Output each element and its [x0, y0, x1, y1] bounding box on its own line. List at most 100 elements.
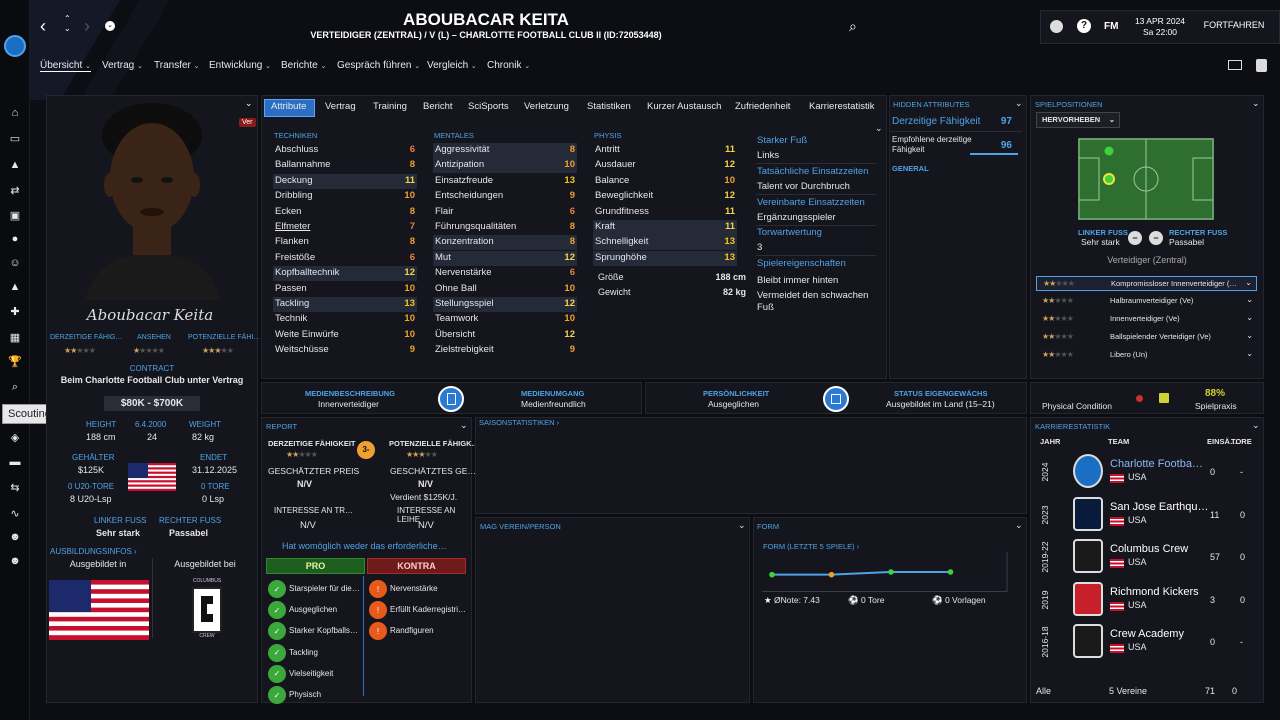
menu-contract[interactable]: Vertrag ⌄ — [102, 60, 143, 71]
menu-overview[interactable]: Übersicht ⌄ — [40, 60, 91, 72]
role-row[interactable]: ★★★★★ Libero (Un) ⌄ — [1036, 348, 1257, 363]
match-icon[interactable]: ● — [6, 232, 24, 246]
up-down-icon[interactable]: ⌃ ⌄ — [64, 14, 71, 34]
highlight-select[interactable]: HERVORHEBEN ⌄ — [1036, 112, 1120, 128]
menu-transfer[interactable]: Transfer ⌄ — [154, 60, 200, 71]
tab-career[interactable]: Karrierestatistik — [809, 101, 874, 112]
form-dropdown-icon[interactable]: ⌄ — [1015, 520, 1023, 531]
fm-logo[interactable]: FM — [1104, 21, 1118, 32]
manager-icon[interactable]: ☻ — [6, 554, 24, 568]
tactics-icon[interactable]: ⇄ — [6, 183, 24, 197]
screen-icon[interactable] — [1228, 60, 1242, 70]
career-dropdown-icon[interactable]: ⌄ — [1252, 420, 1260, 431]
club-icon[interactable]: ◈ — [6, 430, 24, 444]
pro-item: Vielseitigkeit — [289, 668, 334, 678]
tab-scisports[interactable]: SciSports — [468, 101, 509, 112]
profile-dropdown-icon[interactable]: ⌄ — [245, 98, 253, 109]
menu-reports[interactable]: Berichte ⌄ — [281, 60, 326, 71]
tab-stats[interactable]: Statistiken — [587, 101, 631, 112]
chevron-down-icon[interactable]: ⌄ — [1246, 295, 1253, 304]
menu-history[interactable]: Chronik ⌄ — [487, 60, 530, 71]
role-stars: ★★★★★ — [1042, 296, 1074, 305]
continue-button[interactable]: FORTFAHREN — [1194, 20, 1274, 30]
chevron-down-icon[interactable]: ⌄ — [1245, 278, 1252, 287]
medical-icon[interactable]: ✚ — [6, 304, 24, 318]
attribute-value: 13 — [724, 236, 735, 248]
club-logo[interactable] — [4, 35, 26, 57]
calendar-icon[interactable]: ▦ — [6, 330, 24, 344]
role-row[interactable]: ★★★★★ Ballspielender Verteidiger (Ve) ⌄ — [1036, 330, 1257, 345]
career-team[interactable]: Charlotte Footba… — [1110, 458, 1203, 470]
finance-icon[interactable]: ▬ — [6, 455, 24, 469]
chevron-down-icon[interactable]: ⌄ — [1246, 313, 1253, 322]
forward-icon[interactable]: › — [84, 16, 90, 37]
career-apps: 57 — [1210, 552, 1221, 563]
rf-heading: RECHTER FUSS — [1169, 228, 1228, 237]
squad-icon[interactable]: ▲ — [6, 158, 24, 172]
tab-attributes[interactable]: Attribute — [271, 101, 306, 112]
ver-badge: Ver — [239, 118, 256, 127]
role-row[interactable]: ★★★★★ Kompromissloser Innenverteidiger (…… — [1036, 276, 1257, 291]
tab-happiness[interactable]: Zufriedenheit — [735, 101, 790, 112]
people-icon[interactable]: ☻ — [6, 530, 24, 544]
hidden-dropdown-icon[interactable]: ⌄ — [1015, 98, 1023, 109]
trophy-icon[interactable]: 🏆 — [6, 354, 24, 368]
back-icon[interactable]: ‹ — [40, 16, 46, 37]
form-point[interactable] — [769, 571, 775, 578]
chevron-down-icon[interactable]: ⌄ — [1246, 331, 1253, 340]
attribute-name: Weite Einwürfe — [275, 328, 339, 340]
tab-contract[interactable]: Vertrag — [325, 101, 356, 112]
form-point[interactable] — [828, 571, 835, 578]
tab-injury[interactable]: Verletzung — [524, 101, 569, 112]
tab-chat[interactable]: Kurzer Austausch — [647, 101, 721, 112]
attribute-value: 13 — [404, 298, 415, 309]
attribute-row: Entscheidungen 9 — [433, 189, 577, 204]
role-stars: ★★★★★ — [1043, 279, 1075, 288]
form-point[interactable] — [888, 569, 894, 575]
career-year: 2019 — [1040, 590, 1050, 610]
career-col-goals: TORE — [1231, 437, 1252, 446]
attribute-name: Deckung — [275, 174, 313, 186]
dropdown-icon[interactable]: ⌄ — [105, 21, 115, 31]
attr-dropdown-icon[interactable]: ⌄ — [875, 123, 883, 134]
career-team[interactable]: Crew Academy — [1110, 628, 1184, 640]
home-icon[interactable]: ⌂ — [6, 106, 24, 120]
form-point[interactable] — [947, 569, 954, 575]
transfer-icon[interactable]: ⇆ — [6, 480, 24, 494]
likes-dropdown-icon[interactable]: ⌄ — [738, 520, 746, 531]
chevron-down-icon[interactable]: ⌄ — [1246, 349, 1253, 358]
menu-talk[interactable]: Gespräch führen ⌄ — [337, 60, 420, 71]
search-icon[interactable]: ⌕ — [849, 18, 857, 35]
role-row[interactable]: ★★★★★ Halbraumverteidiger (Ve) ⌄ — [1036, 294, 1257, 309]
data-icon[interactable]: ▣ — [6, 208, 24, 222]
attribute-row: Freistöße 6 — [273, 251, 417, 266]
tab-report[interactable]: Bericht — [423, 101, 453, 112]
form-sub-heading[interactable]: FORM (LETZTE 5 SPIELE) › — [763, 542, 859, 551]
ball-icon[interactable] — [1050, 20, 1063, 33]
inbox-icon[interactable]: ▭ — [6, 131, 24, 145]
dynamics-icon[interactable]: ∿ — [6, 506, 24, 520]
paypal-icon[interactable] — [1256, 59, 1267, 72]
signature: Aboubacar Keita — [86, 306, 214, 324]
report-hint-link[interactable]: Hat womöglich weder das erforderliche… — [282, 541, 447, 551]
attribute-name: Konzentration — [435, 236, 494, 248]
training-info-link[interactable]: AUSBILDUNGSINFOS › — [50, 547, 137, 556]
report-dropdown-icon[interactable]: ⌄ — [460, 420, 468, 431]
info-gk-value: 3 — [757, 242, 763, 253]
menu-compare[interactable]: Vergleich ⌄ — [427, 60, 477, 71]
role-row[interactable]: ★★★★★ Innenverteidiger (Ve) ⌄ — [1036, 312, 1257, 327]
positions-dropdown-icon[interactable]: ⌄ — [1252, 98, 1260, 109]
role-name: Libero (Un) — [1110, 350, 1148, 359]
career-team[interactable]: Richmond Kickers — [1110, 586, 1199, 598]
search-icon[interactable]: ⌕ — [6, 380, 24, 394]
help-icon[interactable]: ? — [1077, 19, 1091, 33]
career-team[interactable]: San Jose Earthqu… — [1110, 501, 1208, 513]
career-team[interactable]: Columbus Crew — [1110, 543, 1188, 555]
season-heading[interactable]: SAISONSTATISTIKEN › — [479, 418, 559, 427]
value-range[interactable]: $80K - $700K — [104, 396, 200, 411]
training-icon[interactable]: ▲ — [6, 280, 24, 294]
staff-icon[interactable]: ☺ — [6, 256, 24, 270]
attribute-name: Balance — [595, 174, 630, 186]
menu-development[interactable]: Entwicklung ⌄ — [209, 60, 271, 71]
tab-training[interactable]: Training — [373, 101, 407, 112]
